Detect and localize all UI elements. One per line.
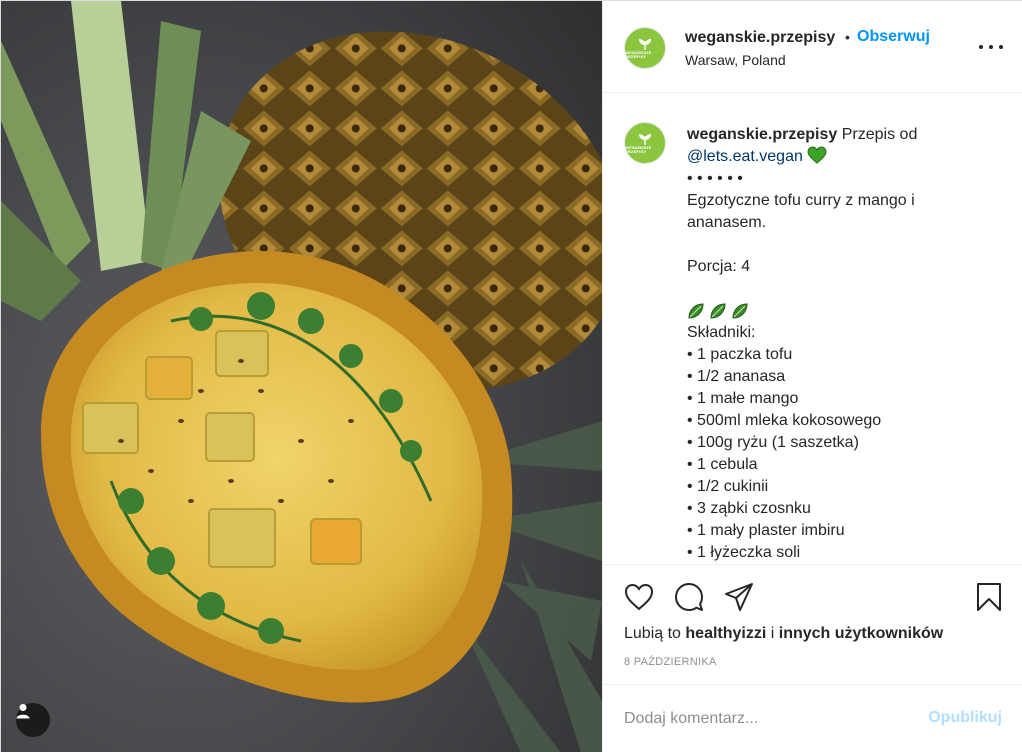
username-link[interactable]: weganskie.przepisy (685, 29, 835, 47)
post-photo[interactable] (1, 1, 602, 752)
green-heart-icon (807, 146, 827, 164)
action-bar: Lubią to healthyizzi i innych użytkownik… (603, 564, 1022, 684)
ingredient-item: • 1 małe mango (687, 390, 799, 407)
caption-intro: Przepis od (837, 126, 918, 143)
heart-icon (624, 583, 654, 611)
user-tag-button[interactable] (16, 703, 50, 737)
publish-button[interactable]: Opublikuj (928, 709, 1002, 727)
comment-input[interactable] (624, 705, 914, 733)
comment-button[interactable] (673, 581, 705, 613)
ingredient-item: • 1 mały plaster imbiru (687, 522, 845, 539)
ingredient-item: • 1 paczka tofu (687, 346, 793, 363)
dot-icon (989, 45, 993, 49)
ingredient-item: • 1/2 cukinii (687, 478, 769, 495)
ingredient-item: • 3 ząbki czosnku (687, 500, 811, 517)
caption-section: WEGAŃSKIE PRZEPISY weganskie.przepisy Pr… (603, 94, 1022, 564)
caption-avatar[interactable]: WEGAŃSKIE PRZEPISY (624, 122, 666, 164)
leaf-emojis (687, 300, 1007, 322)
liked-by-user-link[interactable]: healthyizzi (685, 625, 766, 642)
avatar[interactable]: WEGAŃSKIE PRZEPISY (624, 27, 666, 69)
caption-servings: Porcja: 4 (687, 258, 751, 275)
comment-box: Opublikuj (603, 684, 1022, 752)
herb-leaves-icon (688, 303, 748, 319)
post-dialog: WEGAŃSKIE PRZEPISY weganskie.przepisy • … (0, 0, 1022, 752)
leaf-logo-icon (639, 38, 651, 50)
avatar-brand-text: WEGAŃSKIE PRZEPISY (625, 145, 652, 154)
follow-button[interactable]: Obserwuj (857, 28, 930, 46)
likes-prefix: Lubią to (624, 625, 686, 642)
separator-dot: • (845, 29, 850, 45)
mention-link[interactable]: @lets.eat.vegan (687, 148, 803, 165)
like-button[interactable] (623, 581, 655, 613)
caption-dots: • • • • • • (687, 170, 743, 187)
caption-title-line2: ananasem. (687, 214, 767, 231)
leaf-logo-icon (639, 133, 651, 145)
dot-icon (979, 45, 983, 49)
ingredient-item: • 1 cebula (687, 456, 758, 473)
post-side-panel: WEGAŃSKIE PRZEPISY weganskie.przepisy • … (602, 1, 1022, 752)
post-header: WEGAŃSKIE PRZEPISY weganskie.przepisy • … (603, 1, 1022, 93)
liked-by-others-link[interactable]: innych użytkowników (779, 625, 943, 642)
paper-plane-icon (725, 583, 753, 611)
ingredients-heading: Składniki: (687, 324, 756, 341)
likes-mid: i (766, 625, 779, 642)
comment-icon (675, 583, 703, 611)
ingredient-item: • 1 łyżeczka soli (687, 544, 801, 561)
person-icon (16, 704, 30, 719)
caption-text: weganskie.przepisy Przepis od @lets.eat.… (687, 124, 1007, 564)
ingredient-item: • 100g ryżu (1 saszetka) (687, 434, 859, 451)
location-link[interactable]: Warsaw, Poland (685, 52, 786, 68)
more-options-button[interactable] (979, 37, 1003, 57)
dot-icon (999, 45, 1003, 49)
likes-summary: Lubią to healthyizzi i innych użytkownik… (624, 625, 943, 643)
save-button[interactable] (973, 581, 1005, 613)
caption-username-link[interactable]: weganskie.przepisy (687, 126, 837, 143)
caption-title-line1: Egzotyczne tofu curry z mango i (687, 192, 915, 209)
ingredient-item: • 1/2 ananasa (687, 368, 786, 385)
pineapple-curry-illustration (1, 1, 602, 752)
share-button[interactable] (723, 581, 755, 613)
bookmark-icon (977, 583, 1001, 611)
ingredient-item: • 500ml mleka kokosowego (687, 412, 882, 429)
post-date[interactable]: 8 PAŹDZIERNIKA (624, 656, 717, 668)
avatar-brand-text: WEGAŃSKIE PRZEPISY (625, 50, 652, 59)
